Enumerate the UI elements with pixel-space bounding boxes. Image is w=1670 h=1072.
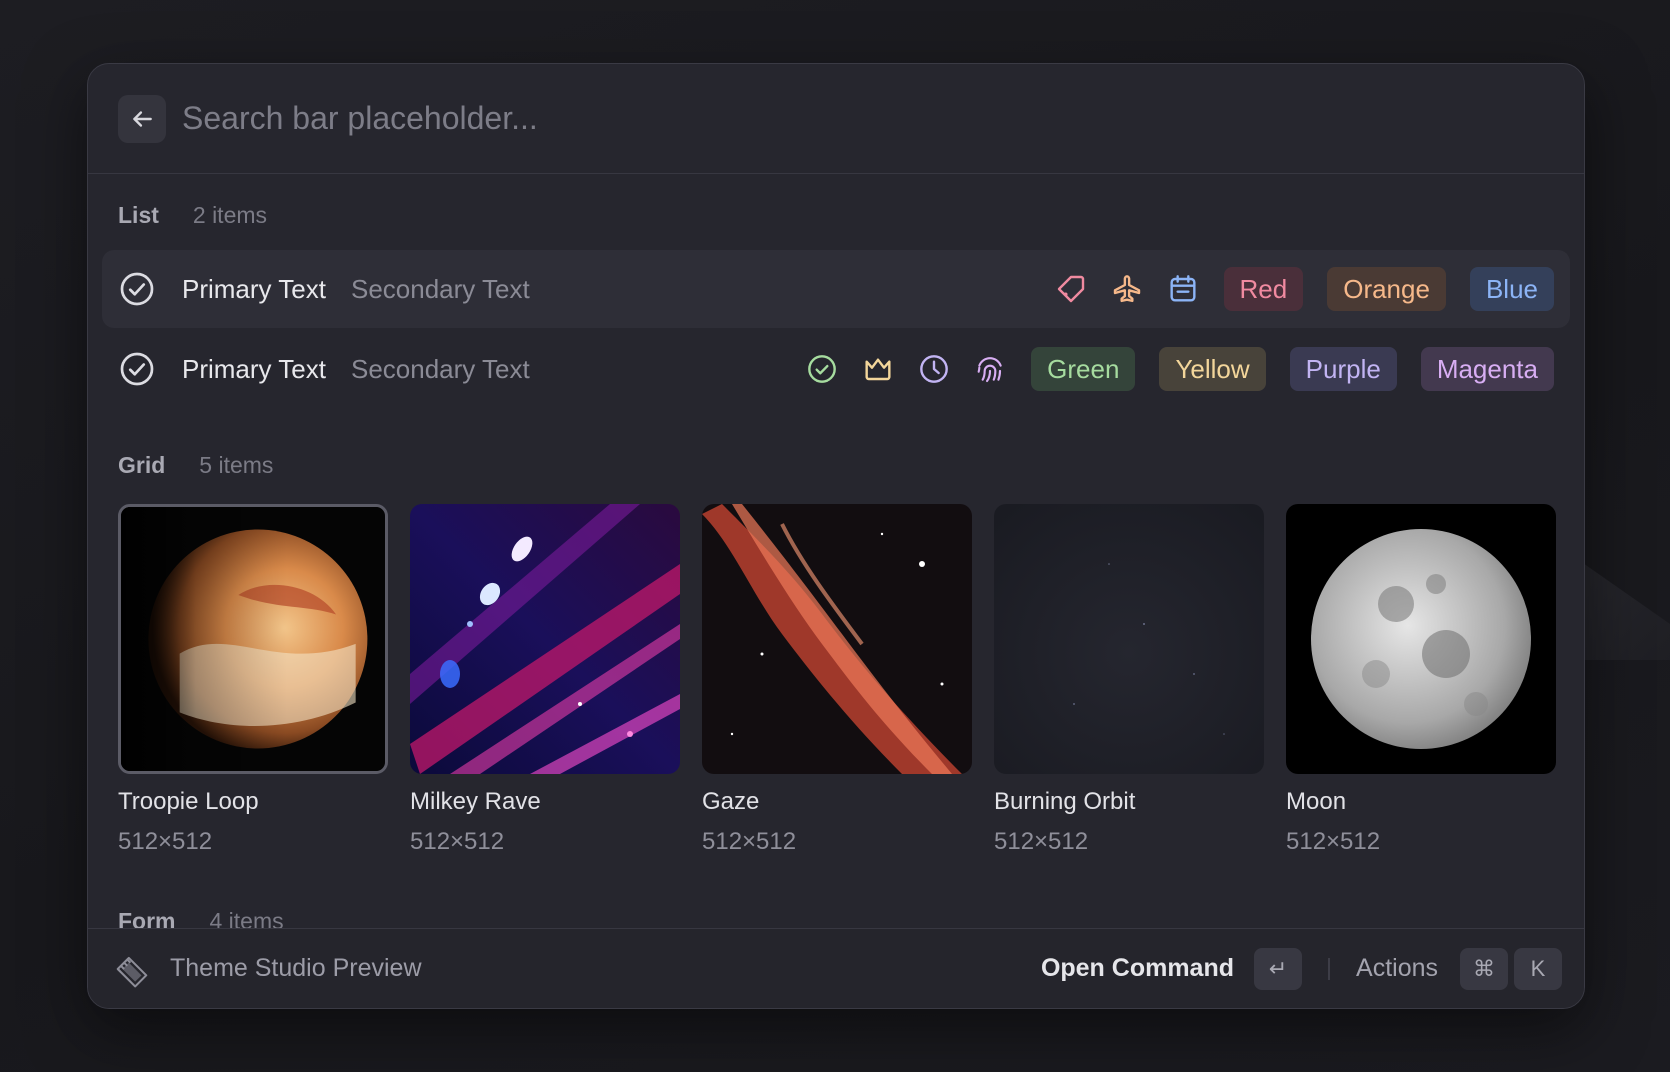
list-item-title: Primary Text bbox=[182, 273, 326, 304]
enter-key-shortcut: ↵ bbox=[1254, 947, 1303, 990]
grid-item[interactable]: Burning Orbit 512×512 bbox=[994, 504, 1264, 856]
footer-title: Theme Studio Preview bbox=[170, 954, 422, 982]
grid-item-title: Troopie Loop bbox=[118, 788, 259, 815]
list-item-subtitle: Secondary Text bbox=[351, 353, 530, 384]
grid-item-title: Moon bbox=[1286, 788, 1347, 815]
crown-icon bbox=[861, 352, 895, 386]
grid-item-subtitle: 512×512 bbox=[410, 828, 505, 855]
tag-magenta: Magenta bbox=[1420, 347, 1554, 391]
grid-item-subtitle: 512×512 bbox=[118, 828, 213, 855]
footer-divider bbox=[1328, 957, 1331, 980]
list-section-header: List 2 items bbox=[118, 202, 1554, 234]
tag-green: Green bbox=[1031, 347, 1136, 391]
list-item-title: Primary Text bbox=[182, 353, 326, 384]
list-item-accessories: Red Orange Blue bbox=[1032, 267, 1554, 311]
starfield-image bbox=[994, 504, 1264, 774]
check-circle-icon bbox=[805, 352, 839, 386]
grid-section-count: 5 items bbox=[199, 452, 274, 478]
actions-button[interactable]: Actions bbox=[1356, 954, 1438, 983]
calendar-icon bbox=[1166, 272, 1200, 306]
grid-item[interactable]: Troopie Loop 512×512 bbox=[118, 504, 388, 856]
footer-actions: Open Command ↵ Actions ⌘ K bbox=[1041, 947, 1562, 990]
cmd-key-shortcut: ⌘ bbox=[1460, 947, 1508, 990]
moon-image bbox=[1286, 504, 1556, 774]
arrow-left-icon bbox=[133, 110, 152, 127]
planet-image bbox=[118, 504, 388, 774]
open-command-button[interactable]: Open Command bbox=[1041, 954, 1234, 983]
results-content: List 2 items Primary Text Secondary Text bbox=[88, 202, 1584, 940]
action-bar: Theme Studio Preview Open Command ↵ Acti… bbox=[88, 928, 1584, 1008]
list-section-count: 2 items bbox=[192, 202, 268, 228]
check-circle-icon bbox=[118, 350, 156, 388]
grid-item[interactable]: Milkey Rave 512×512 bbox=[410, 504, 680, 856]
grid-item[interactable]: Gaze 512×512 bbox=[702, 504, 972, 856]
clock-icon bbox=[917, 352, 951, 386]
search-input[interactable] bbox=[182, 88, 1584, 149]
tag-blue: Blue bbox=[1469, 267, 1554, 311]
grid-item-subtitle: 512×512 bbox=[702, 828, 797, 855]
list-section-title: List bbox=[118, 202, 159, 228]
grid-item-subtitle: 512×512 bbox=[1286, 828, 1381, 855]
list-item[interactable]: Primary Text Secondary Text bbox=[102, 250, 1570, 328]
tag-orange: Orange bbox=[1327, 267, 1446, 311]
nebula-image bbox=[702, 504, 972, 774]
theme-studio-logo-icon bbox=[112, 949, 152, 989]
back-button[interactable] bbox=[118, 94, 166, 143]
airplane-icon bbox=[1110, 272, 1144, 306]
tag-purple: Purple bbox=[1289, 347, 1397, 391]
fingerprint-icon bbox=[973, 352, 1007, 386]
check-circle-icon bbox=[118, 270, 156, 308]
grid-item[interactable]: Moon 512×512 bbox=[1286, 504, 1556, 856]
grid-section-header: Grid 5 items bbox=[118, 452, 1554, 484]
grid-item-subtitle: 512×512 bbox=[994, 828, 1089, 855]
abstract-image bbox=[410, 504, 680, 774]
tag-yellow: Yellow bbox=[1159, 347, 1266, 391]
grid-section-title: Grid bbox=[118, 452, 166, 478]
tag-icon bbox=[1054, 272, 1088, 306]
list-item-subtitle: Secondary Text bbox=[351, 273, 530, 304]
image-grid: Troopie Loop 512×512 Milkey Rave 512×512… bbox=[118, 504, 1556, 856]
grid-item-title: Milkey Rave bbox=[410, 788, 541, 815]
command-palette-window: List 2 items Primary Text Secondary Text bbox=[87, 63, 1585, 1009]
k-key-shortcut: K bbox=[1514, 947, 1562, 990]
list-item[interactable]: Primary Text Secondary Text bbox=[102, 330, 1570, 408]
grid-item-title: Burning Orbit bbox=[994, 788, 1136, 815]
search-bar bbox=[88, 64, 1584, 174]
grid-item-title: Gaze bbox=[702, 788, 760, 815]
tag-red: Red bbox=[1223, 267, 1304, 311]
list-item-accessories: Green Yellow Purple Magenta bbox=[783, 347, 1554, 391]
